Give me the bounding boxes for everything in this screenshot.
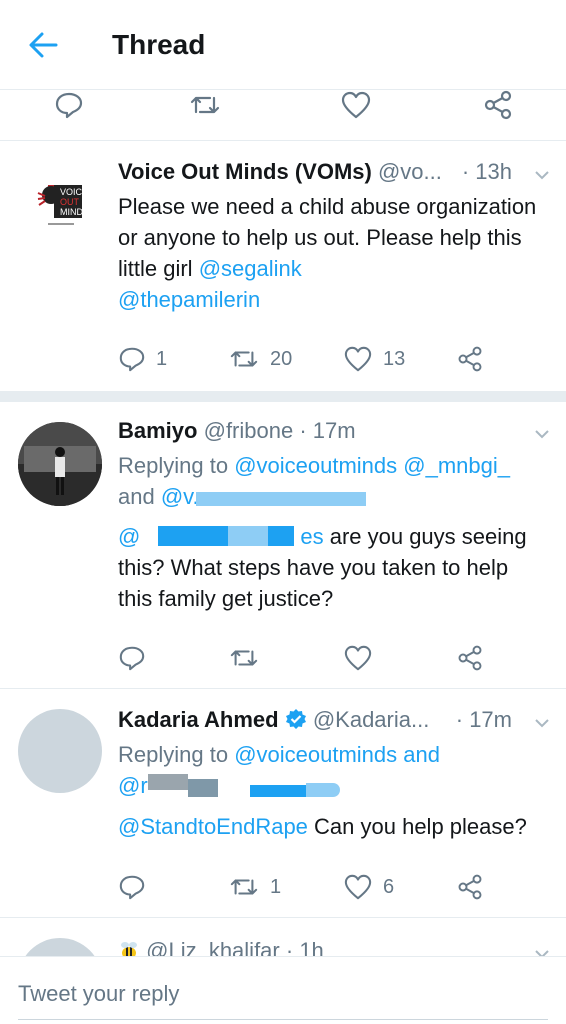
redaction (188, 779, 218, 797)
timestamp: · 13h (461, 159, 512, 184)
top-app-bar: Thread (0, 0, 566, 90)
mention-link[interactable]: @thepamilerin (118, 287, 260, 312)
mention-link[interactable]: @voiceoutminds and (234, 742, 440, 767)
back-arrow-icon[interactable] (26, 28, 60, 62)
handle[interactable]: @Liz_khalifar (146, 938, 280, 958)
retweet-button[interactable]: 1 (228, 872, 281, 902)
reply-composer: Tweet your reply (0, 956, 566, 1024)
tweet-header: Voice Out Minds (VOMs) @vo... · 13h (118, 159, 552, 189)
share-button[interactable] (456, 643, 484, 673)
tweet-header: Kadaria Ahmed @Kadaria... · 17m (118, 707, 552, 737)
tweet-text: @StandtoEndRape Can you help please? (118, 814, 527, 839)
tweet-voices-out-minds[interactable]: VOICE OUT MINDS Voice Out Minds (VOMs) @… (0, 141, 566, 391)
avatar[interactable] (18, 938, 102, 958)
retweet-icon[interactable] (188, 90, 222, 120)
share-button[interactable] (456, 344, 484, 374)
tweet-text: Please we need a child abuse organizatio… (118, 194, 537, 312)
chevron-down-icon[interactable] (532, 165, 552, 185)
like-button[interactable]: 6 (343, 872, 394, 902)
page-title: Thread (112, 29, 206, 60)
redaction (228, 526, 268, 546)
avatar[interactable] (18, 709, 102, 793)
redaction (268, 526, 294, 546)
mention-link[interactable]: @segalink (199, 256, 302, 281)
svg-text:MINDS: MINDS (60, 207, 89, 217)
display-name[interactable]: Bamiyo (118, 418, 197, 443)
tweet-header: Bamiyo @fribone · 17m (118, 418, 552, 448)
redaction (250, 785, 306, 797)
reply-icon[interactable] (54, 90, 84, 120)
avatar[interactable]: VOICE OUT MINDS (18, 163, 102, 247)
reply-input[interactable]: Tweet your reply (18, 981, 179, 1007)
svg-text:OUT: OUT (60, 197, 80, 207)
redaction (158, 526, 228, 546)
chevron-down-icon[interactable] (532, 713, 552, 733)
tweet-bamiyo[interactable]: Bamiyo @fribone · 17m Replying to @voice… (0, 402, 566, 688)
like-count: 13 (383, 347, 406, 370)
like-button[interactable]: 13 (343, 344, 405, 374)
like-icon[interactable] (340, 90, 372, 120)
handle[interactable]: @fribone (204, 418, 294, 443)
timestamp: · 17m (299, 418, 356, 443)
redaction (196, 492, 366, 506)
like-button[interactable] (343, 643, 373, 673)
share-icon[interactable] (482, 90, 514, 120)
tweet-liz-khalifar[interactable]: @Liz_khalifar · 1h (0, 918, 566, 958)
display-name[interactable]: Kadaria Ahmed (118, 707, 279, 732)
avatar[interactable] (18, 422, 102, 506)
reply-button[interactable] (118, 872, 146, 902)
retweet-button[interactable]: 20 (228, 344, 292, 374)
handle[interactable]: @Kadaria... (313, 707, 430, 732)
mention-link[interactable]: @r (118, 773, 148, 798)
redaction (148, 774, 188, 790)
previous-tweet-actions (0, 90, 566, 140)
handle[interactable]: @vo... (378, 159, 442, 184)
reply-count: 1 (156, 347, 168, 370)
reply-button[interactable] (118, 643, 146, 673)
tweet-header: @Liz_khalifar · 1h (118, 938, 552, 958)
share-button[interactable] (456, 872, 484, 902)
retweet-count: 20 (270, 347, 293, 370)
section-divider (0, 391, 566, 402)
mention-link[interactable]: @voiceoutminds @_mnbgi_ (234, 453, 510, 478)
like-count: 6 (383, 875, 395, 898)
timestamp: · 17m (455, 707, 512, 732)
retweet-button[interactable] (228, 643, 260, 673)
mention-link[interactable]: @StandtoEndRape (118, 814, 308, 839)
redaction (306, 783, 340, 797)
reply-button[interactable]: 1 (118, 344, 167, 374)
input-underline (18, 1019, 548, 1020)
timestamp: · 1h (285, 938, 324, 958)
chevron-down-icon[interactable] (532, 424, 552, 444)
tweet-kadaria-ahmed[interactable]: Kadaria Ahmed @Kadaria... · 17m Replying… (0, 689, 566, 917)
svg-text:VOICE: VOICE (60, 187, 88, 197)
display-name[interactable]: Voice Out Minds (VOMs) (118, 159, 372, 184)
retweet-count: 1 (270, 875, 282, 898)
verified-badge-icon (285, 708, 307, 736)
